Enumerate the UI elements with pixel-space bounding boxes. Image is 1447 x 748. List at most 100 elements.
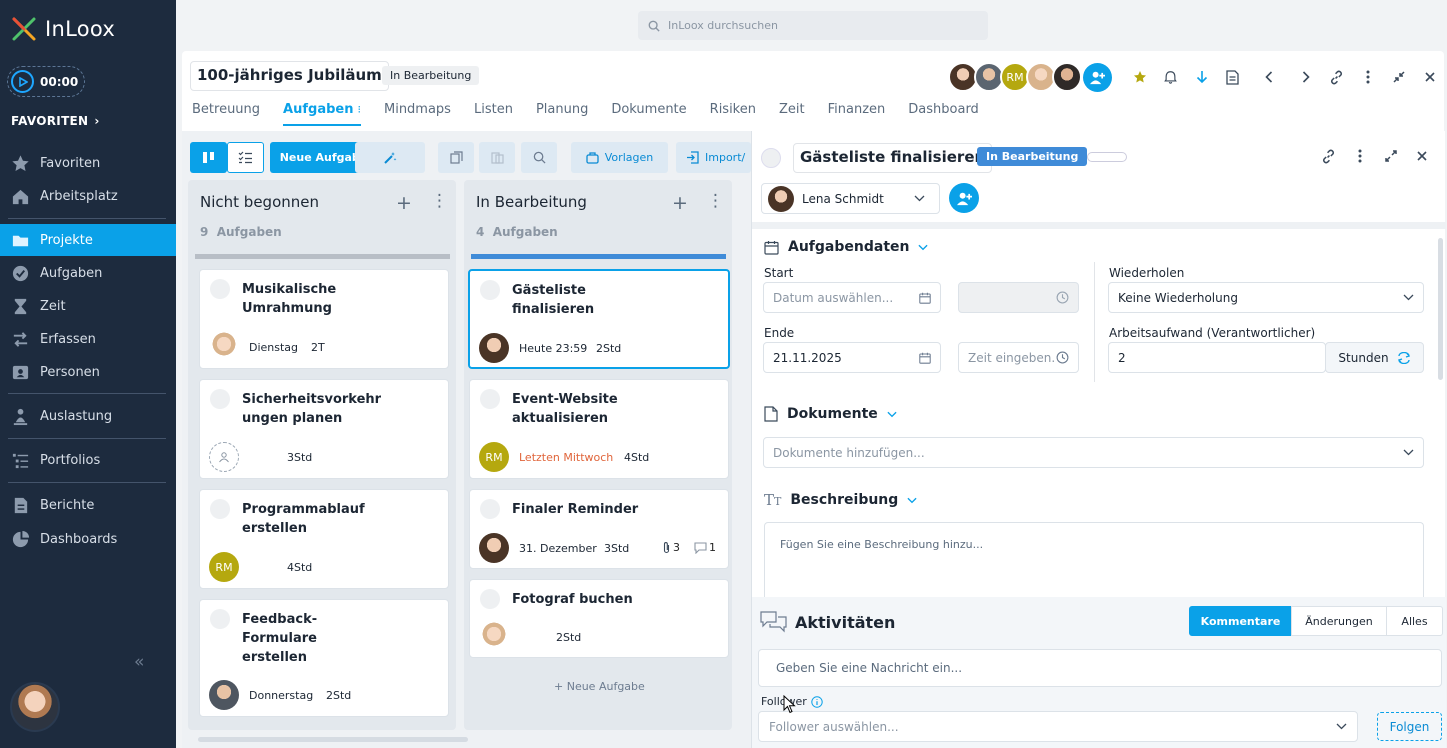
- task-checkbox[interactable]: [210, 499, 230, 519]
- project-title[interactable]: 100-jähriges Jubiläum: [190, 61, 389, 91]
- task-detail-title[interactable]: Gästeliste finalisieren: [793, 143, 993, 173]
- close-icon[interactable]: [1406, 145, 1437, 167]
- collapse-icon[interactable]: [1383, 66, 1414, 88]
- board-view-button[interactable]: [190, 142, 227, 173]
- search-input[interactable]: InLoox durchsuchen: [638, 11, 988, 40]
- follow-button[interactable]: Folgen: [1377, 712, 1442, 741]
- vertical-scrollbar[interactable]: [1438, 238, 1443, 380]
- bell-icon[interactable]: [1155, 66, 1186, 88]
- task-status-badge[interactable]: In Bearbeitung: [977, 147, 1088, 166]
- task-checkbox[interactable]: [210, 279, 230, 299]
- end-time-input[interactable]: Zeit eingeben.: [958, 342, 1079, 373]
- task-card[interactable]: Fotograf buchen 2Std: [469, 579, 729, 658]
- repeat-select[interactable]: Keine Wiederholung: [1108, 282, 1424, 313]
- favorites-heading[interactable]: FAVORITEN ›: [11, 114, 100, 128]
- task-checkbox[interactable]: [480, 589, 500, 609]
- more-vertical-icon[interactable]: [1344, 145, 1375, 167]
- task-card[interactable]: Musikalische Umrahmung Dienstag 2T: [199, 269, 449, 369]
- magic-wand-button[interactable]: [355, 142, 425, 173]
- end-date-input[interactable]: 21.11.2025: [763, 342, 941, 373]
- chevron-left-icon[interactable]: [1248, 66, 1290, 88]
- sidebar-item-aufgaben[interactable]: Aufgaben: [0, 257, 176, 289]
- column-menu-icon[interactable]: ⋮: [707, 191, 724, 211]
- import-button[interactable]: Import/: [676, 142, 751, 173]
- collapse-sidebar-icon[interactable]: «: [134, 652, 144, 672]
- star-icon[interactable]: [1124, 66, 1155, 88]
- templates-button[interactable]: Vorlagen: [571, 142, 668, 173]
- add-task-icon[interactable]: +: [672, 192, 688, 214]
- new-task-link[interactable]: + Neue Aufgabe: [554, 680, 645, 693]
- section-description[interactable]: TT Beschreibung: [764, 491, 917, 509]
- link-icon[interactable]: [1321, 66, 1352, 88]
- timer[interactable]: 00:00: [7, 66, 85, 97]
- horizontal-scrollbar[interactable]: [198, 737, 468, 742]
- effort-input[interactable]: 2: [1108, 342, 1326, 373]
- column-menu-icon[interactable]: ⋮: [431, 191, 448, 211]
- project-status-badge[interactable]: In Bearbeitung: [382, 66, 480, 85]
- tab-planung[interactable]: Planung: [536, 102, 588, 126]
- task-card[interactable]: Programmablauf erstellen RM 4Std: [199, 489, 449, 589]
- tab-listen[interactable]: Listen: [474, 102, 513, 126]
- sidebar-item-projekte[interactable]: Projekte: [0, 224, 176, 256]
- tab-zeit[interactable]: Zeit: [779, 102, 805, 126]
- task-checkbox[interactable]: [480, 499, 500, 519]
- task-checkbox[interactable]: [210, 609, 230, 629]
- effort-unit-toggle[interactable]: Stunden: [1325, 342, 1424, 373]
- task-card-selected[interactable]: Gästeliste finalisieren Heute 23:59 2Std: [468, 269, 730, 369]
- sidebar-item-arbeitsplatz[interactable]: Arbeitsplatz: [0, 180, 176, 212]
- play-icon[interactable]: [11, 70, 34, 93]
- chevron-right-icon[interactable]: [1290, 66, 1321, 88]
- link-icon[interactable]: [1313, 145, 1344, 167]
- task-card[interactable]: Finaler Reminder 31. Dezember 3Std 3 1: [469, 489, 729, 569]
- tab-changes[interactable]: Änderungen: [1291, 606, 1387, 636]
- tab-betreuung[interactable]: Betreuung: [192, 102, 260, 126]
- document-list-icon[interactable]: [1217, 66, 1248, 88]
- task-card[interactable]: Sicherheitsvorkehr ungen planen 3Std: [199, 379, 449, 479]
- start-date-input[interactable]: Datum auswählen...: [763, 282, 941, 313]
- arrow-down-icon[interactable]: [1186, 66, 1217, 88]
- sidebar-item-favoriten[interactable]: Favoriten: [0, 147, 176, 179]
- list-view-button[interactable]: [227, 142, 264, 173]
- close-icon[interactable]: [1414, 66, 1445, 88]
- message-input[interactable]: Geben Sie eine Nachricht ein...: [758, 649, 1442, 687]
- more-vertical-icon[interactable]: [1352, 66, 1383, 88]
- paste-button[interactable]: [479, 142, 515, 173]
- follower-select[interactable]: Follower auswählen...: [758, 711, 1358, 742]
- responsible-select[interactable]: Lena Schmidt: [761, 183, 940, 214]
- user-avatar[interactable]: [10, 682, 60, 732]
- sidebar-item-portfolios[interactable]: Portfolios: [0, 444, 176, 476]
- search-board-button[interactable]: [521, 142, 557, 173]
- add-task-icon[interactable]: +: [396, 192, 412, 214]
- sidebar-item-personen[interactable]: Personen: [0, 356, 176, 388]
- sidebar-item-erfassen[interactable]: Erfassen: [0, 323, 176, 355]
- member-avatar[interactable]: [1052, 62, 1082, 92]
- info-icon[interactable]: [811, 695, 823, 708]
- tab-dokumente[interactable]: Dokumente: [611, 102, 686, 126]
- add-person-button[interactable]: [949, 183, 979, 213]
- tab-mindmaps[interactable]: Mindmaps: [384, 102, 451, 126]
- task-checkbox[interactable]: [210, 389, 230, 409]
- tab-comments[interactable]: Kommentare: [1189, 606, 1292, 636]
- section-task-data[interactable]: Aufgabendaten: [764, 239, 929, 255]
- task-card[interactable]: Event-Website aktualisieren RM Letzten M…: [469, 379, 729, 479]
- tab-all[interactable]: Alles: [1386, 606, 1443, 636]
- task-card[interactable]: Feedback-Formulare erstellen Donnerstag …: [199, 599, 449, 717]
- tab-dashboard[interactable]: Dashboard: [908, 102, 979, 126]
- sidebar-item-auslastung[interactable]: Auslastung: [0, 400, 176, 432]
- expand-icon[interactable]: [1375, 145, 1406, 167]
- tab-risiken[interactable]: Risiken: [710, 102, 756, 126]
- task-checkbox[interactable]: [761, 148, 781, 168]
- start-time-input[interactable]: [958, 282, 1079, 313]
- documents-select[interactable]: Dokumente hinzufügen...: [763, 437, 1424, 468]
- sidebar-item-berichte[interactable]: Berichte: [0, 489, 176, 521]
- task-checkbox[interactable]: [480, 280, 500, 300]
- project-members[interactable]: RM: [948, 62, 1082, 92]
- section-documents[interactable]: Dokumente: [764, 406, 897, 422]
- tab-aufgaben[interactable]: Aufgaben ⁝: [283, 102, 361, 126]
- copy-button[interactable]: [438, 142, 474, 173]
- task-checkbox[interactable]: [480, 389, 500, 409]
- sidebar-item-zeit[interactable]: Zeit: [0, 290, 176, 322]
- task-progress-bar[interactable]: [1087, 152, 1127, 162]
- sidebar-item-dashboards[interactable]: Dashboards: [0, 523, 176, 555]
- tab-finanzen[interactable]: Finanzen: [828, 102, 886, 126]
